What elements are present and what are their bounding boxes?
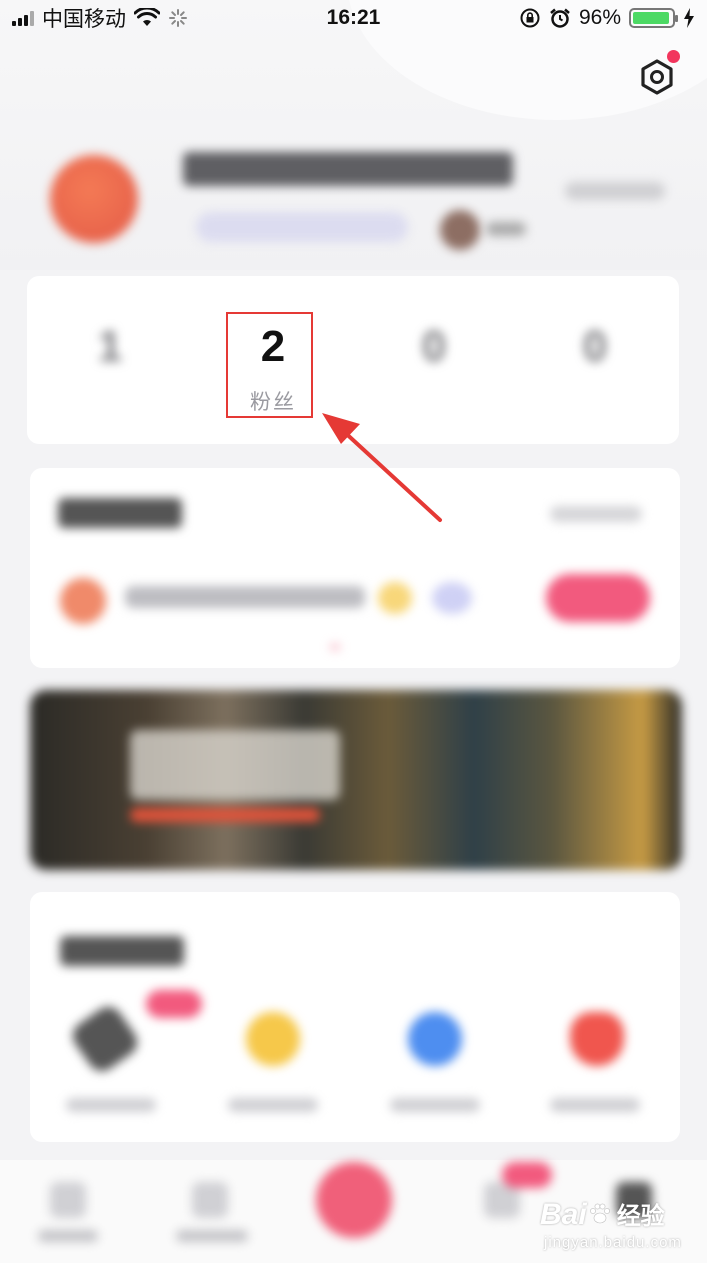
small-text-blurred: [486, 222, 526, 236]
stat-value: 0: [421, 322, 447, 371]
live-emoji-blurred: [432, 582, 472, 614]
service-label-blurred: [66, 1098, 156, 1112]
live-section-title-blurred: [58, 498, 182, 528]
stat-value: 1: [97, 322, 123, 371]
watermark-brand-cn: 经验: [616, 1203, 665, 1230]
signal-icon: [12, 10, 34, 26]
promo-banner-blurred[interactable]: [30, 690, 682, 870]
battery-icon: [629, 8, 678, 28]
watermark-logo: Bai 经验: [540, 1196, 665, 1232]
live-text-blurred: [125, 586, 365, 608]
settings-button[interactable]: [636, 50, 680, 98]
service-badge-blurred: [146, 990, 202, 1018]
edit-profile-link-blurred[interactable]: [565, 182, 665, 200]
paw-icon: [589, 1203, 610, 1224]
pager-dot: [330, 644, 340, 650]
live-emoji-blurred: [378, 582, 412, 614]
wifi-icon: [134, 8, 160, 26]
stats-card: 1 2 粉丝 0 0: [27, 276, 679, 444]
service-icon-blurred[interactable]: [408, 1012, 462, 1066]
status-bar-left: 中国移动: [12, 3, 188, 33]
stat-value: 0: [582, 322, 608, 371]
nav-second-icon-blurred[interactable]: [192, 1182, 228, 1218]
charging-icon: [684, 8, 694, 28]
fans-highlight-box: [226, 312, 313, 418]
services-card: [30, 892, 680, 1142]
watermark-url: jingyan.baidu.com: [544, 1234, 682, 1251]
nav-home-icon-blurred[interactable]: [50, 1182, 86, 1218]
battery-percent: 96%: [578, 6, 621, 29]
notification-dot: [667, 50, 680, 63]
carrier-name: 中国移动: [42, 8, 126, 31]
status-bar: 中国移动 16:21 96%: [0, 0, 707, 36]
stat-following[interactable]: 1: [40, 276, 180, 444]
alarm-icon: [550, 8, 570, 28]
username-blurred: [183, 152, 513, 186]
service-icon-blurred[interactable]: [67, 1001, 143, 1077]
status-time: 16:21: [326, 6, 381, 29]
services-title-blurred: [60, 936, 184, 966]
nav-label-blurred: [176, 1230, 248, 1242]
service-label-blurred: [390, 1098, 480, 1112]
settings-hexagon-icon: [641, 59, 673, 95]
service-label-blurred: [550, 1098, 640, 1112]
avatar[interactable]: [50, 155, 138, 243]
nav-label-blurred: [38, 1230, 98, 1242]
live-action-button-blurred[interactable]: [546, 574, 650, 622]
status-bar-right: 96%: [519, 6, 695, 30]
baidu-jingyan-watermark: Bai 经验 jingyan.baidu.com: [540, 1192, 700, 1258]
battery-level-fill: [633, 12, 670, 24]
loading-icon: [169, 9, 187, 27]
watermark-brand: Bai: [540, 1198, 587, 1231]
nav-center-button-blurred[interactable]: [316, 1162, 392, 1238]
service-label-blurred: [228, 1098, 318, 1112]
rotation-lock-icon: [520, 8, 540, 28]
stat-third[interactable]: 0: [364, 276, 504, 444]
live-avatar-blurred: [60, 578, 106, 624]
stat-fourth[interactable]: 0: [525, 276, 665, 444]
small-avatar-blurred: [440, 210, 480, 250]
live-section-card: [30, 468, 680, 668]
live-more-link-blurred[interactable]: [550, 506, 642, 522]
nav-badge-blurred: [502, 1162, 552, 1188]
service-icon-blurred[interactable]: [246, 1012, 300, 1066]
user-id-pill-blurred: [196, 212, 408, 242]
service-icon-blurred[interactable]: [570, 1012, 624, 1066]
